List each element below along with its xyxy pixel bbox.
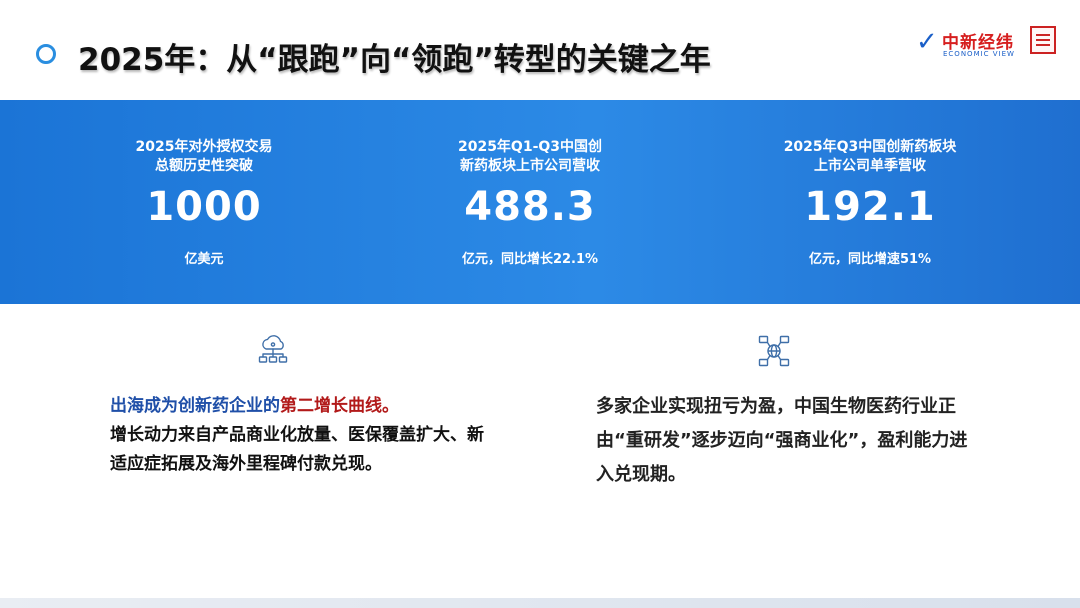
- kpi-value: 1000: [146, 184, 262, 230]
- seal-stamp-icon: [1030, 26, 1056, 54]
- kpi-unit: 亿元，同比增速51%: [808, 252, 932, 267]
- cloud-network-icon: [258, 335, 288, 363]
- kpi-label-line: 上市公司单季营收: [814, 158, 926, 174]
- kpi-label-line: 总额历史性突破: [155, 158, 253, 174]
- kpi-card: 2025年Q3中国创新药板块 上市公司单季营收 192.1 亿元，同比增速51%: [710, 100, 1030, 304]
- lead-blue-text: 出海成为创新药企业的: [110, 396, 280, 416]
- global-network-icon: [758, 335, 790, 367]
- logo-mark-icon: ✓: [916, 27, 938, 57]
- kpi-card: 2025年对外授权交易 总额历史性突破 1000 亿美元: [44, 100, 364, 304]
- kpi-value: 488.3: [464, 184, 596, 230]
- kpi-band: 2025年对外授权交易 总额历史性突破 1000 亿美元 2025年Q1-Q3中…: [0, 100, 1080, 304]
- kpi-label: 2025年Q3中国创新药板块 上市公司单季营收: [710, 138, 1030, 176]
- kpi-label-line: 2025年Q1-Q3中国创: [457, 139, 603, 155]
- overseas-growth-text: 出海成为创新药企业的第二增长曲线。 增长动力来自产品商业化放量、医保覆盖扩大、新…: [110, 392, 490, 479]
- logo-subtitle: ECONOMIC VIEW: [943, 50, 1015, 58]
- brand-logo: ✓ 中新经纬 ECONOMIC VIEW: [916, 26, 1026, 62]
- kpi-label-line: 新药板块上市公司营收: [460, 158, 600, 174]
- lead-line: 出海成为创新药企业的第二增长曲线。: [110, 392, 490, 421]
- kpi-unit: 亿元，同比增长22.1%: [461, 252, 599, 267]
- footer-bar: [0, 598, 1080, 608]
- kpi-card: 2025年Q1-Q3中国创 新药板块上市公司营收 488.3 亿元，同比增长22…: [370, 100, 690, 304]
- kpi-label: 2025年对外授权交易 总额历史性突破: [44, 138, 364, 176]
- title-bullet-icon: [36, 44, 56, 64]
- kpi-label-line: 2025年对外授权交易: [135, 139, 273, 155]
- lead-red-text: 第二增长曲线。: [280, 396, 399, 416]
- page-title: 2025年：从“跟跑”向“领跑”转型的关键之年: [78, 42, 711, 78]
- kpi-label-line: 2025年Q3中国创新药板块: [783, 139, 957, 155]
- kpi-label: 2025年Q1-Q3中国创 新药板块上市公司营收: [370, 138, 690, 176]
- growth-driver-text: 增长动力来自产品商业化放量、医保覆盖扩大、新适应症拓展及海外里程碑付款兑现。: [110, 425, 484, 474]
- kpi-value: 192.1: [804, 184, 936, 230]
- slide-header: 2025年：从“跟跑”向“领跑”转型的关键之年 ✓ 中新经纬 ECONOMIC …: [0, 0, 1080, 100]
- kpi-unit: 亿美元: [184, 252, 224, 267]
- profitability-text: 多家企业实现扭亏为盈，中国生物医药行业正由“重研发”逐步迈向“强商业化”，盈利能…: [596, 396, 968, 485]
